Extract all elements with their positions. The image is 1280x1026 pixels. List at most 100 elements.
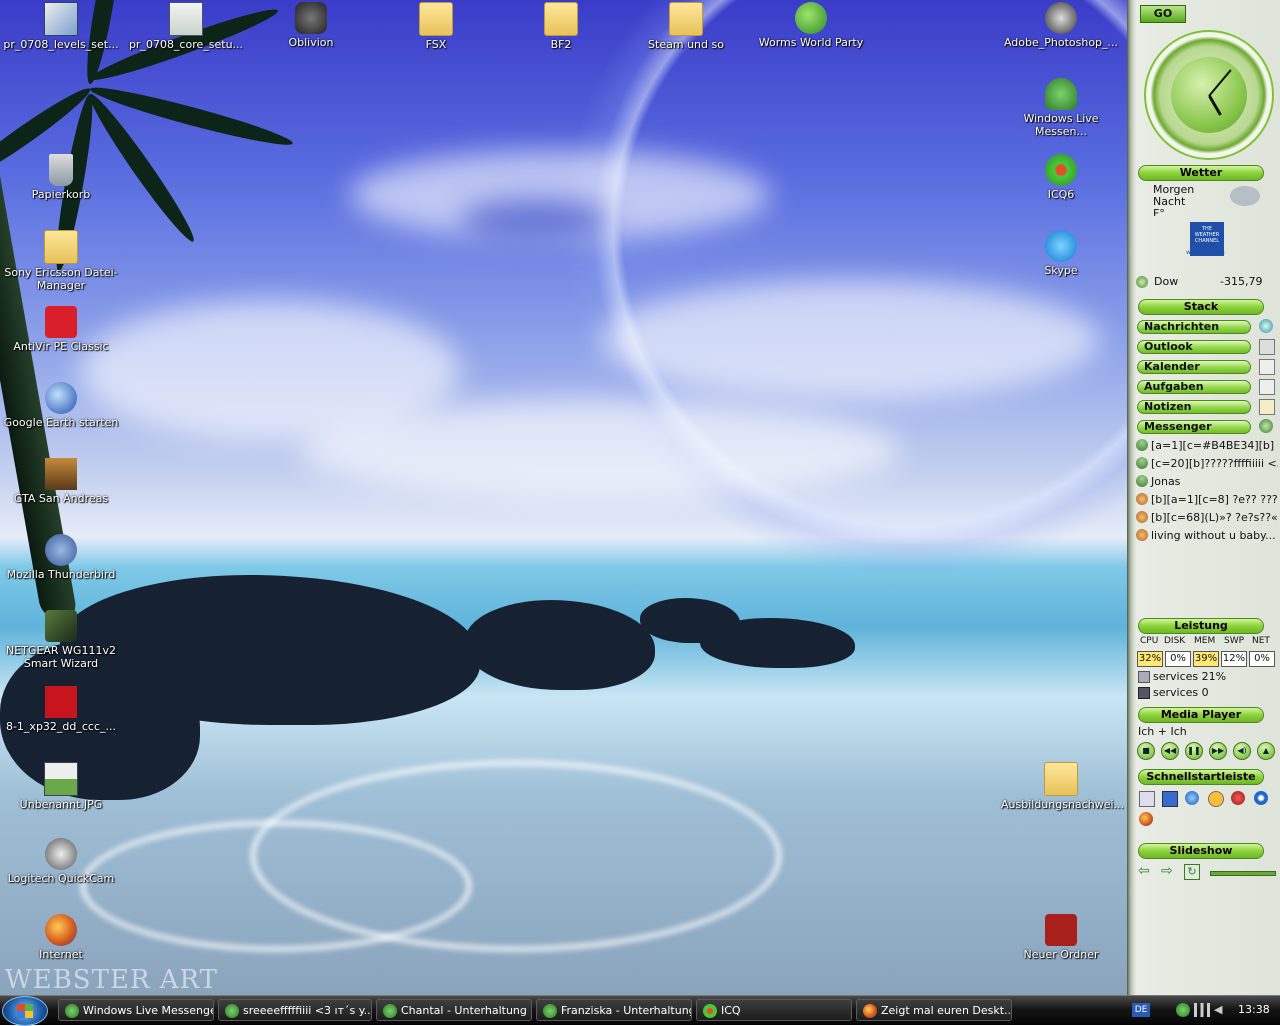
desktop-icon-antivir[interactable]: AntiVir PE Classic bbox=[1, 306, 121, 353]
desktop-icon-levels-setup[interactable]: pr_0708_levels_set... bbox=[1, 2, 121, 51]
stack-item-notizen[interactable]: Notizen bbox=[1137, 400, 1251, 414]
volume-button[interactable]: ◀) bbox=[1233, 742, 1251, 760]
task-button-chat-1[interactable]: sreeeefffffiiii <3 ıт´s y... bbox=[218, 999, 372, 1021]
thunderbird-icon bbox=[45, 534, 77, 566]
perf-cpu-value: 32% bbox=[1137, 651, 1163, 667]
icq-flower-icon bbox=[703, 1004, 717, 1018]
desktop-icon-ausbildung[interactable]: Ausbildungsnachwei... bbox=[1001, 762, 1124, 811]
messenger-contact[interactable]: living without u baby... bbox=[1136, 527, 1278, 544]
stack-item-outlook[interactable]: Outlook bbox=[1137, 340, 1251, 354]
task-label: sreeeefffffiiii <3 ıт´s y... bbox=[243, 1004, 372, 1017]
stack-item-label: Kalender bbox=[1144, 360, 1200, 373]
go-button[interactable]: GO bbox=[1140, 5, 1186, 23]
google-earth-icon bbox=[45, 382, 77, 414]
desktop-icon-gta[interactable]: GTA San Andreas bbox=[1, 458, 121, 505]
performance-header[interactable]: Leistung bbox=[1138, 618, 1264, 634]
windows-sidebar: GO Wetter Morgen Nacht F° THE WEATHER CH… bbox=[1127, 0, 1280, 995]
task-label: Chantal - Unterhaltung bbox=[401, 1004, 527, 1017]
desktop-icon-sony-ericsson[interactable]: Sony Ericsson Datei-Manager bbox=[1, 230, 121, 292]
desktop-icon-skype[interactable]: Skype bbox=[1001, 230, 1121, 277]
stock-value: -315,79 bbox=[1220, 275, 1263, 288]
phone-folder-icon bbox=[44, 230, 78, 264]
task-button-chantal[interactable]: Chantal - Unterhaltung bbox=[376, 999, 532, 1021]
desktop-icon-live-messenger[interactable]: Windows Live Messen... bbox=[1001, 78, 1121, 138]
globe-icon bbox=[1259, 319, 1273, 333]
start-button[interactable] bbox=[2, 996, 48, 1026]
calendar-icon bbox=[1259, 359, 1275, 375]
slideshow-prev-icon[interactable]: ⇦ bbox=[1138, 864, 1150, 878]
desktop-icon-google-earth[interactable]: Google Earth starten bbox=[1, 382, 121, 429]
clock[interactable]: 13:38 bbox=[1238, 1003, 1270, 1017]
quicklaunch-header[interactable]: Schnellstartleiste bbox=[1138, 769, 1264, 785]
desktop-icon-icq[interactable]: ICQ6 bbox=[1001, 154, 1121, 201]
messenger-contact[interactable]: [a=1][c=#B4BE34][b] x- bbox=[1136, 437, 1278, 454]
slideshow-header[interactable]: Slideshow bbox=[1138, 843, 1264, 859]
eject-button[interactable]: ▲ bbox=[1257, 742, 1275, 760]
desktop-icon-steam[interactable]: Steam und so bbox=[626, 2, 746, 51]
internet-explorer-icon[interactable] bbox=[1185, 791, 1199, 805]
task-button-franziska[interactable]: Franziska - Unterhaltung bbox=[536, 999, 692, 1021]
desktop-icon-quickcam[interactable]: Logitech QuickCam bbox=[1, 838, 121, 885]
slideshow-refresh-icon[interactable]: ↻ bbox=[1184, 864, 1200, 880]
desktop-icon-oblivion[interactable]: Oblivion bbox=[251, 2, 371, 49]
task-label: Windows Live Messenger bbox=[83, 1004, 214, 1017]
disk-icon bbox=[1138, 687, 1150, 699]
installer-icon bbox=[169, 2, 203, 36]
media-icon[interactable] bbox=[1231, 791, 1245, 805]
stack-item-kalender[interactable]: Kalender bbox=[1137, 360, 1251, 374]
desktop-icon-ati-driver[interactable]: 8-1_xp32_dd_ccc_... bbox=[1, 686, 121, 733]
messenger-tray-icon[interactable] bbox=[1176, 1003, 1190, 1017]
volume-icon[interactable]: ◀ bbox=[1214, 1003, 1226, 1017]
desktop-icon-recycle-bin[interactable]: Papierkorb bbox=[1, 154, 121, 201]
stack-item-messenger[interactable]: Messenger bbox=[1137, 420, 1251, 434]
weather-header[interactable]: Wetter bbox=[1138, 165, 1264, 181]
task-button-messenger[interactable]: Windows Live Messenger bbox=[58, 999, 214, 1021]
task-button-icq[interactable]: ICQ bbox=[696, 999, 852, 1021]
perf-header-net: NET bbox=[1252, 636, 1270, 646]
desktop-icon-netgear[interactable]: NETGEAR WG111v2 Smart Wizard bbox=[1, 610, 121, 670]
next-button[interactable]: ▶▶ bbox=[1209, 742, 1227, 760]
media-player-header[interactable]: Media Player bbox=[1138, 707, 1264, 723]
desktop-icon-thunderbird[interactable]: Mozilla Thunderbird bbox=[1, 534, 121, 581]
icon-label: AntiVir PE Classic bbox=[13, 340, 109, 353]
stack-item-nachrichten[interactable]: Nachrichten bbox=[1137, 320, 1251, 334]
icon-label: Logitech QuickCam bbox=[7, 872, 115, 885]
network-signal-icon[interactable] bbox=[1194, 1003, 1210, 1017]
icon-label: Sony Ericsson Datei-Manager bbox=[4, 266, 118, 292]
desktop-icon-worms[interactable]: Worms World Party bbox=[751, 2, 871, 49]
contact-name: [a=1][c=#B4BE34][b] x- bbox=[1151, 439, 1278, 452]
desktop-icon-core-setup[interactable]: pr_0708_core_setu... bbox=[126, 2, 246, 51]
messenger-contact[interactable]: Jonas bbox=[1136, 473, 1278, 490]
contact-name: [b][a=1][c=8] ?e?? ???s?ta bbox=[1151, 493, 1278, 506]
desktop-icon-internet[interactable]: Internet bbox=[1, 914, 121, 961]
desktop-icon-neuer-ordner[interactable]: Neuer Ordner bbox=[1001, 914, 1121, 961]
now-playing: Ich + Ich bbox=[1138, 725, 1187, 738]
previous-button[interactable]: ◀◀ bbox=[1161, 742, 1179, 760]
desktop-icon-photoshop[interactable]: Adobe_Photoshop_... bbox=[1001, 2, 1121, 49]
stack-header[interactable]: Stack bbox=[1138, 299, 1264, 315]
slideshow-next-icon[interactable]: ⇨ bbox=[1161, 864, 1173, 878]
pause-button[interactable]: ❚❚ bbox=[1185, 742, 1203, 760]
icon-label: Steam und so bbox=[648, 38, 724, 51]
monitor-icon[interactable] bbox=[1162, 791, 1178, 807]
media-player-icon[interactable] bbox=[1254, 791, 1268, 805]
cloud bbox=[600, 280, 1100, 400]
contact-name: [b][c=68](L)»? ?e?s??« ¤. bbox=[1151, 511, 1278, 524]
messenger-contact[interactable]: [c=20][b]?????ffffiiiii <3 [/ bbox=[1136, 455, 1278, 472]
desktop-icon-unbenannt[interactable]: Unbenannt.JPG bbox=[1, 762, 121, 811]
messenger-contact[interactable]: [b][a=1][c=8] ?e?? ???s?ta bbox=[1136, 491, 1278, 508]
stack-item-aufgaben[interactable]: Aufgaben bbox=[1137, 380, 1251, 394]
clock-icon[interactable] bbox=[1208, 791, 1224, 807]
weather-line: Nacht bbox=[1153, 195, 1186, 208]
desktop-icon-fsx[interactable]: FSX bbox=[376, 2, 496, 51]
clock-gadget[interactable] bbox=[1144, 30, 1274, 160]
firefox-icon[interactable] bbox=[1139, 812, 1153, 826]
show-desktop-icon[interactable] bbox=[1139, 791, 1155, 807]
task-button-firefox[interactable]: Zeigt mal euren Deskt... bbox=[856, 999, 1012, 1021]
messenger-contact[interactable]: [b][c=68](L)»? ?e?s??« ¤. bbox=[1136, 509, 1278, 526]
language-indicator[interactable]: DE bbox=[1132, 1003, 1150, 1017]
icon-label: 8-1_xp32_dd_ccc_... bbox=[5, 720, 117, 733]
desktop-icon-bf2[interactable]: BF2 bbox=[501, 2, 621, 51]
tasks-icon bbox=[1259, 379, 1275, 395]
stop-button[interactable]: ■ bbox=[1137, 742, 1155, 760]
